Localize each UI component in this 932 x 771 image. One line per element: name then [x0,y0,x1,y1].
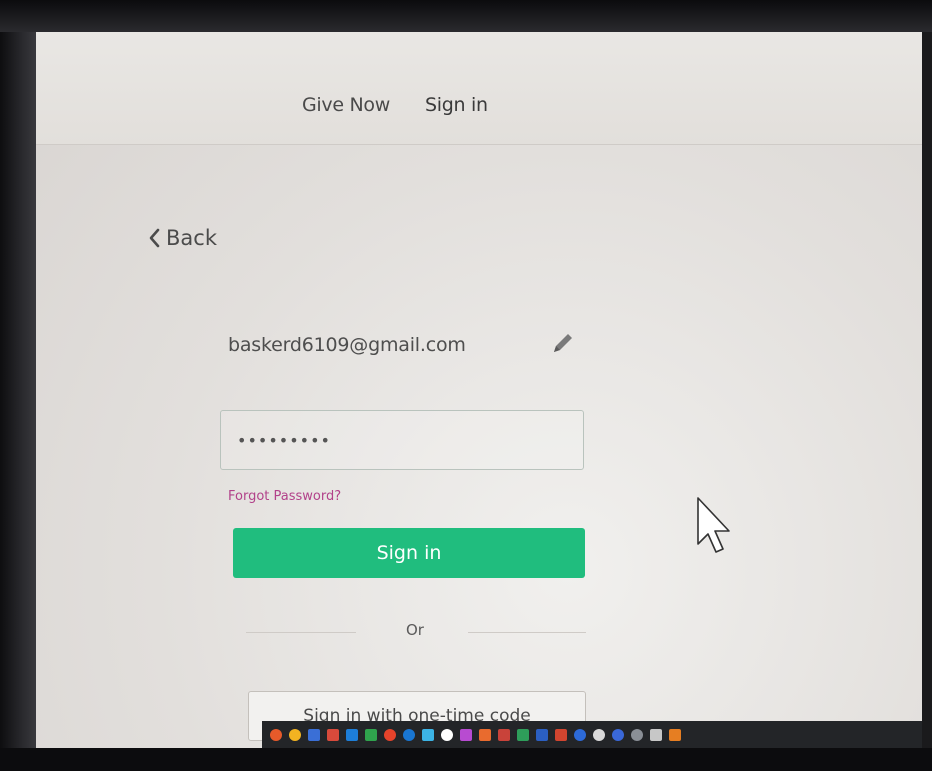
task-icon-17[interactable] [574,728,586,741]
taskbar [262,721,922,748]
task-icon-1[interactable] [270,728,282,741]
task-icon-16[interactable] [555,728,567,741]
task-icon-12[interactable] [479,728,491,741]
task-icon-22[interactable] [669,728,681,741]
site-header: Give Now Sign in [36,32,922,145]
screen: Give Now Sign in Back baskerd6109@gmail.… [36,32,922,748]
task-icon-11[interactable] [460,728,472,741]
sign-in-button[interactable]: Sign in [233,528,585,578]
monitor-bezel-bottom [0,748,932,771]
task-icon-20[interactable] [631,728,643,741]
task-icon-15[interactable] [536,728,548,741]
divider-or-text: Or [406,621,424,639]
task-icon-9[interactable] [422,728,434,741]
back-link[interactable]: Back [148,226,217,250]
nav-give-now-link[interactable]: Give Now [302,94,390,116]
task-icon-4[interactable] [327,728,339,741]
forgot-password-link[interactable]: Forgot Password? [228,489,341,504]
monitor-bezel-top [0,0,932,32]
divider-left [246,632,356,633]
monitor-bezel-left [0,0,38,771]
task-icon-3[interactable] [308,728,320,741]
task-icon-18[interactable] [593,728,605,741]
divider-right [468,632,586,633]
mouse-cursor-icon [697,497,730,553]
task-icon-8[interactable] [403,728,415,741]
task-icon-5[interactable] [346,728,358,741]
task-icon-10[interactable] [441,728,453,741]
pencil-icon[interactable] [550,330,576,356]
account-email: baskerd6109@gmail.com [228,334,466,356]
task-icon-2[interactable] [289,728,301,741]
task-icon-6[interactable] [365,728,377,741]
password-field[interactable] [220,410,584,470]
task-icon-19[interactable] [612,728,624,741]
task-icon-13[interactable] [498,728,510,741]
task-icon-21[interactable] [650,728,662,741]
chevron-left-icon [149,228,160,248]
task-icon-14[interactable] [517,728,529,741]
nav-sign-in-link[interactable]: Sign in [425,94,488,116]
back-label: Back [166,226,217,250]
task-icon-7[interactable] [384,728,396,741]
password-input[interactable] [235,429,559,451]
